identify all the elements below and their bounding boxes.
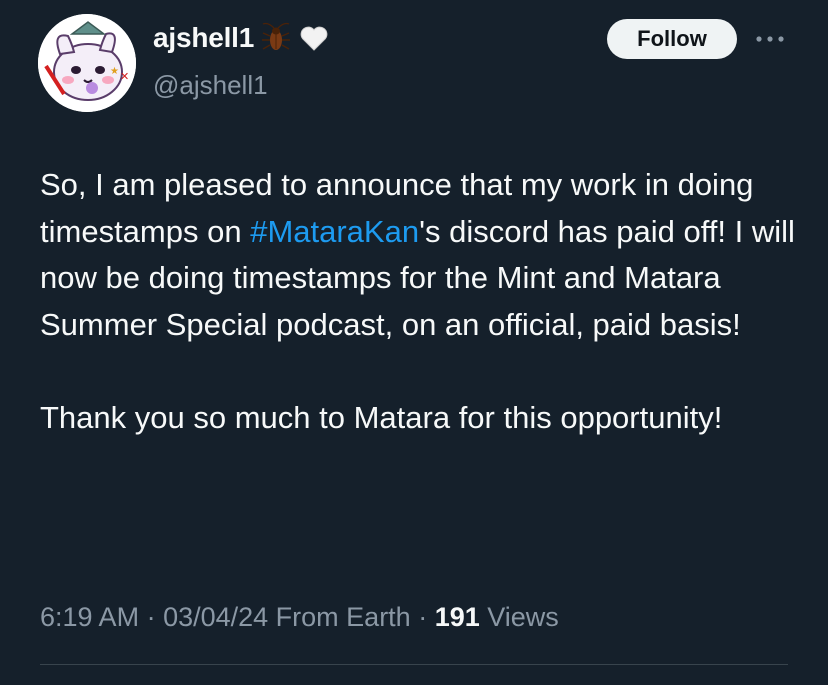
white-heart-icon <box>300 26 328 51</box>
avatar-image: ★ ✕ <box>38 14 136 112</box>
svg-text:★: ★ <box>110 66 119 77</box>
avatar[interactable]: ★ ✕ <box>38 14 136 112</box>
views-count: 191 <box>434 602 480 632</box>
more-options-button[interactable] <box>750 23 790 55</box>
views-label: Views <box>479 602 559 632</box>
cockroach-icon <box>262 22 291 50</box>
author-handle[interactable]: @ajshell1 <box>153 70 268 101</box>
svg-text:✕: ✕ <box>120 70 129 83</box>
follow-button[interactable]: Follow <box>607 19 737 59</box>
divider <box>40 664 788 665</box>
separator: · <box>410 602 435 632</box>
hashtag-link[interactable]: #MataraKan <box>250 214 419 249</box>
tweet-date[interactable]: 03/04/24 <box>163 602 268 632</box>
tweet-meta: 6:19 AM · 03/04/24 From Earth · 191 View… <box>40 602 559 633</box>
tweet-text: So, I am pleased to announce that my wor… <box>40 162 800 441</box>
author-name-row: ajshell1 <box>153 22 330 54</box>
separator: · <box>139 602 164 632</box>
more-horizontal-icon <box>756 36 784 42</box>
display-name[interactable]: ajshell1 <box>153 22 254 54</box>
tweet-source: From Earth <box>268 602 411 632</box>
tweet-time[interactable]: 6:19 AM <box>40 602 139 632</box>
